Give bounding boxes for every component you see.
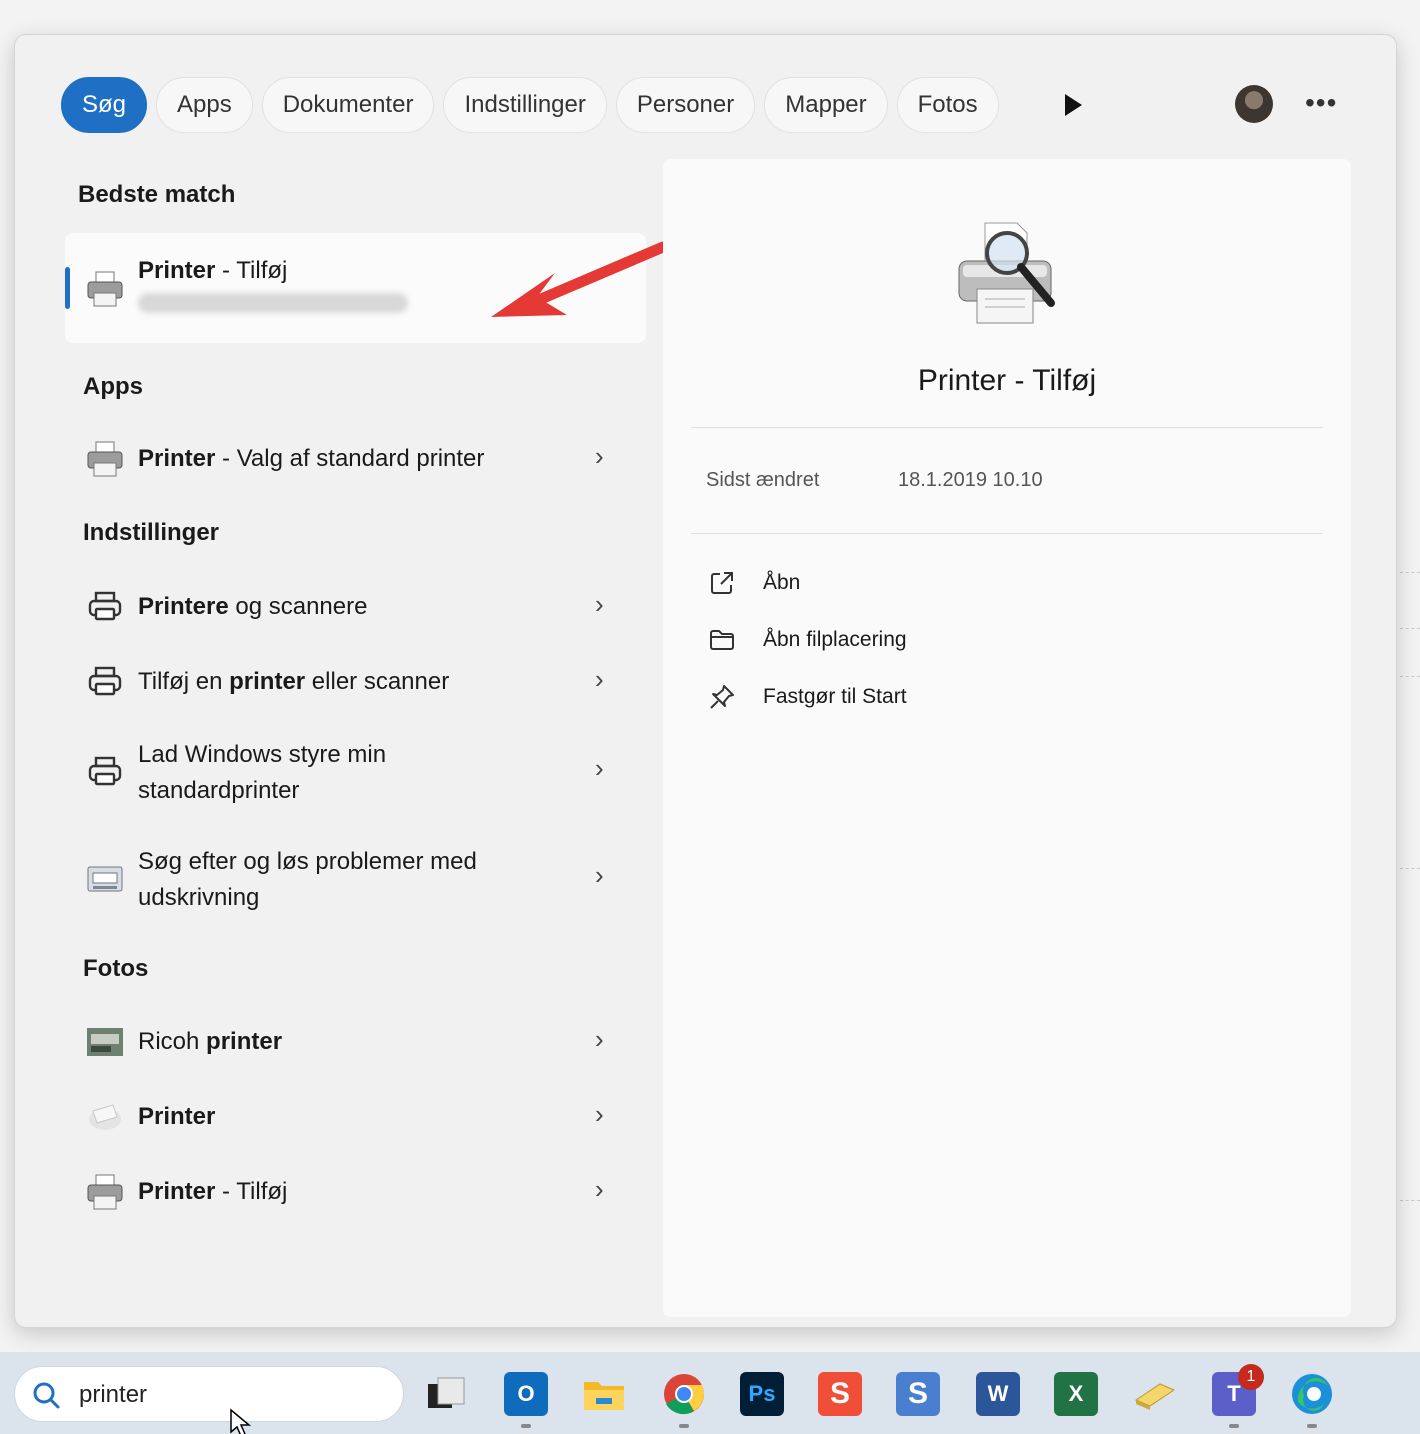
settings-item-printers-scanners[interactable]: Printere og scannere › [65, 583, 646, 633]
photos-item-label: Printer - Tilføj [138, 1178, 288, 1205]
best-match-title: Printer - Tilføj [138, 257, 288, 284]
apps-item-printer-default[interactable]: Printer - Valg af standard printer › [65, 435, 646, 485]
tab-settings[interactable]: Indstillinger [443, 77, 607, 133]
chevron-right-icon: › [595, 664, 604, 694]
photo-thumbnail-icon [89, 1104, 121, 1130]
photoshop-icon[interactable]: Ps [740, 1372, 784, 1416]
settings-item-default-printer[interactable]: Lad Windows styre min standardprinter › [65, 733, 646, 813]
printer-outline-icon [88, 756, 122, 786]
running-indicator [1307, 1424, 1317, 1428]
task-view-icon[interactable] [424, 1372, 468, 1416]
pin-to-start-label: Fastgør til Start [763, 685, 907, 708]
excel-icon[interactable]: X [1054, 1372, 1098, 1416]
mouse-cursor-icon [230, 1408, 252, 1434]
tab-search[interactable]: Søg [61, 77, 148, 133]
desktop-bg-line [1400, 1200, 1420, 1201]
chrome-icon[interactable] [662, 1372, 706, 1416]
chevron-right-icon: › [595, 1174, 604, 1204]
printer-icon [87, 441, 123, 477]
modified-value: 18.1.2019 10.10 [898, 469, 1043, 491]
divider [691, 427, 1323, 428]
open-file-location-label: Åbn filplacering [763, 628, 907, 651]
settings-heading: Indstillinger [83, 519, 220, 546]
settings-item-troubleshoot-printing[interactable]: Søg efter og løs problemer med udskrivnin… [65, 840, 646, 920]
chevron-right-icon: › [595, 860, 604, 890]
printer-outline-icon [88, 591, 122, 621]
red-arrow-annotation [491, 241, 669, 317]
desktop-bg-line [1400, 676, 1420, 677]
chevron-right-icon: › [595, 441, 604, 471]
search-panel: Søg Apps Dokumenter Indstillinger Person… [14, 34, 1397, 1328]
word-icon[interactable]: W [976, 1372, 1020, 1416]
app-s-blue-icon[interactable]: S [896, 1372, 940, 1416]
settings-item-label: Lad Windows styre min standardprinter [138, 741, 387, 804]
pin-icon [710, 685, 734, 709]
taskbar: O Ps S S W X T 1 [0, 1352, 1420, 1434]
selection-indicator [65, 267, 70, 309]
search-icon [33, 1382, 60, 1409]
open-action-label: Åbn [763, 571, 801, 594]
tab-photos[interactable]: Fotos [896, 77, 999, 133]
best-match-subtitle-blurred [138, 293, 408, 313]
apps-heading: Apps [83, 373, 143, 400]
taskbar-search-box[interactable] [14, 1366, 404, 1422]
filter-bar: Søg Apps Dokumenter Indstillinger Person… [61, 77, 999, 133]
printer-icon [87, 1174, 123, 1210]
outlook-icon[interactable]: O [504, 1372, 548, 1416]
troubleshoot-printer-icon [87, 866, 123, 892]
chevron-right-icon: › [595, 1024, 604, 1054]
settings-item-label: Tilføj en printer eller scanner [138, 668, 450, 695]
settings-item-label: Søg efter og løs problemer med udskrivnin… [138, 848, 477, 911]
divider [691, 533, 1323, 534]
more-options-icon[interactable]: ••• [1305, 87, 1337, 119]
apps-item-label: Printer - Valg af standard printer [138, 445, 485, 472]
running-indicator [1229, 1424, 1239, 1428]
photos-item-printer-add[interactable]: Printer - Tilføj › [65, 1168, 646, 1218]
running-indicator [521, 1424, 531, 1428]
chevron-right-icon: › [595, 1099, 604, 1129]
chevron-right-icon: › [595, 589, 604, 619]
photos-item-label: Printer [138, 1103, 216, 1130]
folder-icon [710, 630, 734, 650]
photos-item-printer[interactable]: Printer › [65, 1093, 646, 1143]
settings-item-add-printer[interactable]: Tilføj en printer eller scanner › [65, 658, 646, 708]
preview-pane: Printer - Tilføj Sidst ændret 18.1.2019 … [663, 159, 1351, 1317]
printer-outline-icon [88, 666, 122, 696]
tab-people[interactable]: Personer [615, 77, 756, 133]
notes-icon[interactable] [1132, 1372, 1176, 1416]
app-s-red-icon[interactable]: S [818, 1372, 862, 1416]
tab-apps[interactable]: Apps [156, 77, 253, 133]
open-external-icon [711, 572, 733, 594]
tab-folders[interactable]: Mapper [764, 77, 888, 133]
modified-label: Sidst ændret [706, 469, 820, 491]
chevron-right-icon: › [595, 753, 604, 783]
photos-item-label: Ricoh printer [138, 1028, 283, 1055]
printer-icon [87, 271, 123, 307]
preview-title: Printer - Tilføj [917, 364, 1097, 397]
more-filters-play-icon[interactable] [1060, 91, 1086, 119]
avatar[interactable] [1235, 85, 1273, 123]
tab-documents[interactable]: Dokumenter [261, 77, 435, 133]
file-explorer-icon[interactable] [582, 1372, 626, 1416]
printer-search-icon [958, 222, 1055, 324]
desktop-bg-line [1400, 572, 1420, 573]
desktop-bg-line [1400, 628, 1420, 629]
photo-thumbnail-icon [87, 1028, 123, 1056]
edge-icon[interactable] [1290, 1372, 1334, 1416]
photos-heading: Fotos [83, 955, 149, 982]
running-indicator [679, 1424, 689, 1428]
desktop-bg-line [1400, 868, 1420, 869]
teams-notification-badge: 1 [1238, 1364, 1264, 1390]
best-match-heading: Bedste match [78, 181, 236, 208]
settings-item-label: Printere og scannere [138, 593, 368, 620]
photos-item-ricoh-printer[interactable]: Ricoh printer › [65, 1018, 646, 1068]
